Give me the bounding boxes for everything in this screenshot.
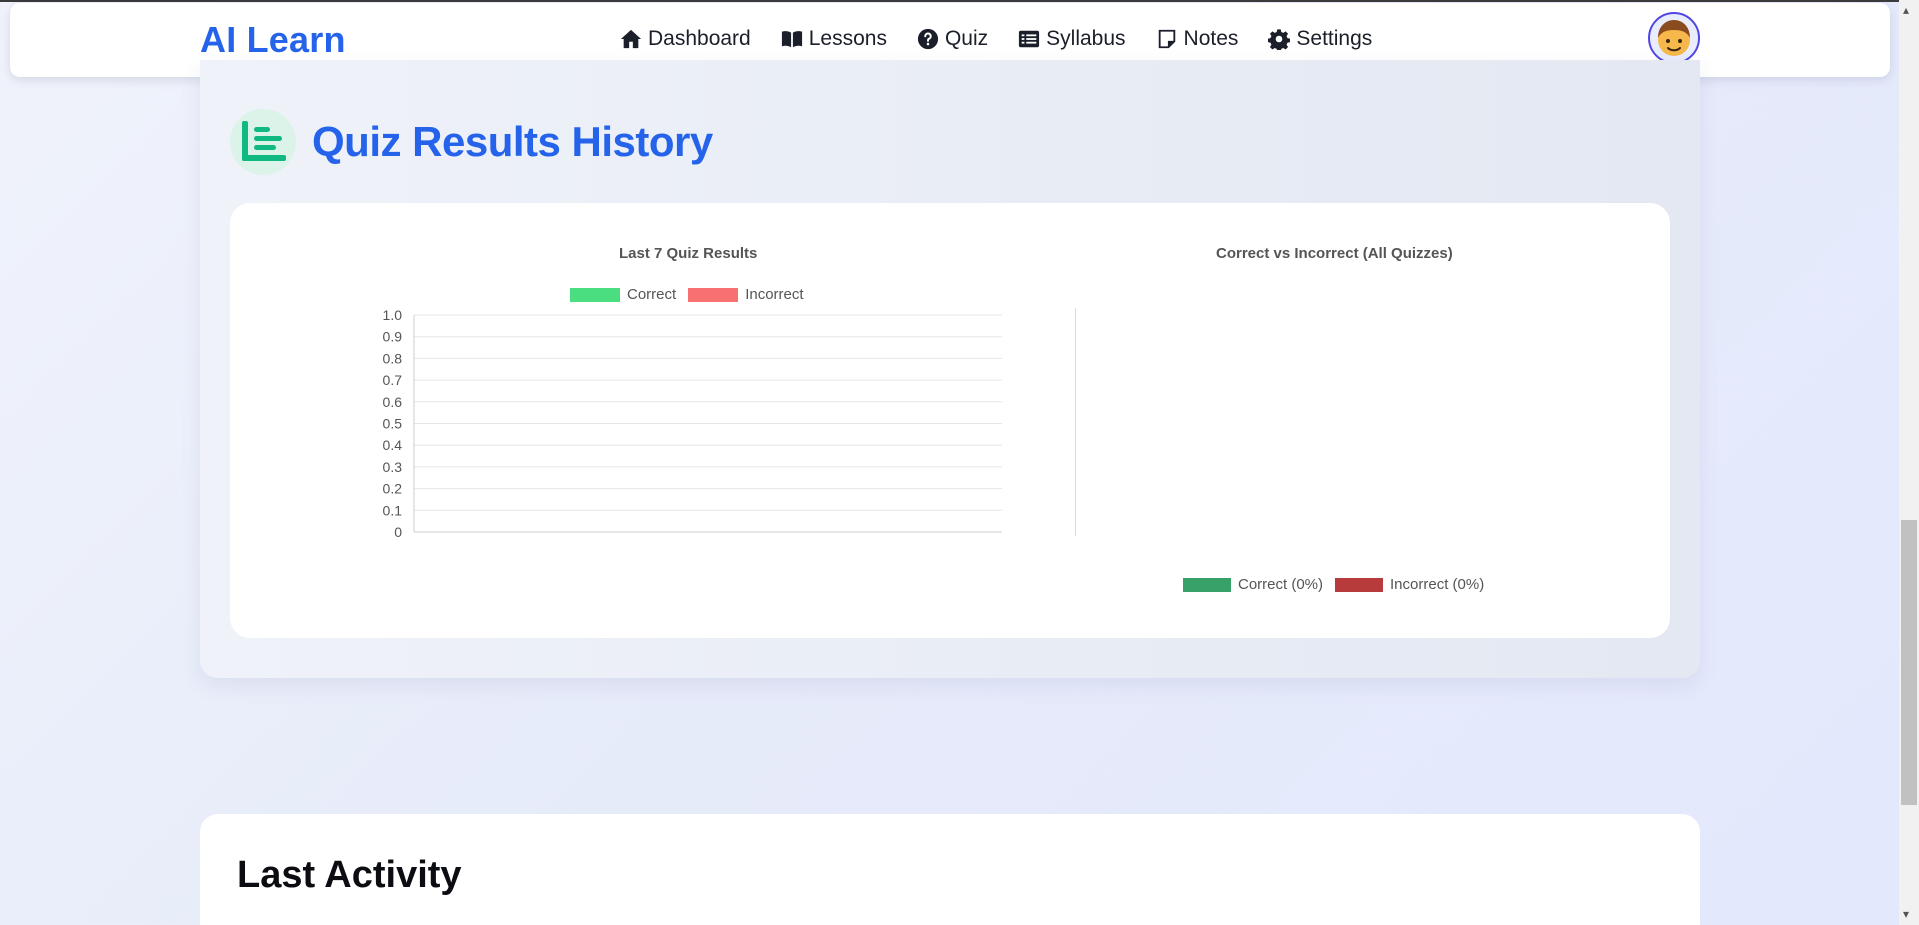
section-title: Quiz Results History [312,118,713,165]
last-activity-card: Last Activity [200,814,1700,925]
nav-dashboard[interactable]: Dashboard [620,27,751,51]
question-circle-icon [917,28,939,50]
nav-quiz-label: Quiz [944,27,989,50]
book-icon [781,31,802,48]
legend-swatch-incorrect-pct [1335,577,1384,592]
y-tick-label: 0.4 [383,437,403,453]
nav-notes-label: Notes [1183,27,1239,50]
user-avatar[interactable] [1648,12,1700,64]
y-tick-label: 0.9 [383,329,403,345]
last-activity-title: Last Activity [237,854,462,896]
legend-item-incorrect-pct[interactable]: Incorrect (0%) [1335,576,1484,593]
y-tick-label: 0.7 [383,372,403,388]
y-tick-label: 0.6 [383,394,403,410]
scrollbar-thumb[interactable] [1901,520,1917,805]
list-icon [1019,30,1040,48]
page-scrollbar[interactable]: ▴ ▾ [1899,0,1919,925]
window-top-border [0,0,1919,2]
nav-links: Dashboard Lessons Quiz Syllabus Notes Se… [620,27,1372,51]
scroll-up-arrow-icon[interactable]: ▴ [1903,4,1909,16]
y-tick-label: 0.8 [383,350,403,366]
nav-dashboard-label: Dashboard [648,27,751,50]
legend-label-incorrect-pct: Incorrect (0%) [1390,576,1485,593]
bar-chart-icon [242,121,286,161]
nav-settings[interactable]: Settings [1268,27,1372,51]
avatar-face-icon [1658,20,1690,56]
pie-chart-legend: Correct (0%) Incorrect (0%) [1183,576,1488,593]
y-tick-label: 0.1 [383,502,403,518]
nav-notes[interactable]: Notes [1156,27,1239,51]
chart-divider [1075,308,1076,536]
legend-swatch-correct-pct [1183,577,1231,592]
nav-syllabus-label: Syllabus [1046,27,1126,50]
nav-settings-label: Settings [1296,27,1373,50]
nav-syllabus[interactable]: Syllabus [1018,27,1126,51]
pie-chart-title: Correct vs Incorrect (All Quizzes) [1216,245,1453,262]
scroll-down-arrow-icon[interactable]: ▾ [1903,908,1909,920]
legend-item-correct-pct[interactable]: Correct (0%) [1183,576,1323,593]
charts-card: Last 7 Quiz Results Correct Incorrect 1.… [230,203,1670,638]
nav-lessons[interactable]: Lessons [781,27,887,51]
nav-quiz[interactable]: Quiz [917,27,988,51]
y-tick-label: 0 [394,524,402,540]
note-icon [1158,29,1175,49]
bar-chart-plot: 1.0 0.9 0.8 0.7 0.6 0.5 0.4 0.3 0.2 0.1 0 [383,307,1002,540]
legend-label-correct-pct: Correct (0%) [1238,576,1324,593]
brand-logo[interactable]: AI Learn [200,19,346,61]
y-tick-label: 0.5 [383,416,403,432]
y-tick-label: 0.3 [383,459,403,475]
section-icon-badge [230,109,296,175]
nav-lessons-label: Lessons [808,27,887,50]
gear-icon [1268,29,1291,50]
home-icon [620,29,642,49]
y-tick-label: 0.2 [383,481,403,497]
y-tick-label: 1.0 [383,307,403,323]
